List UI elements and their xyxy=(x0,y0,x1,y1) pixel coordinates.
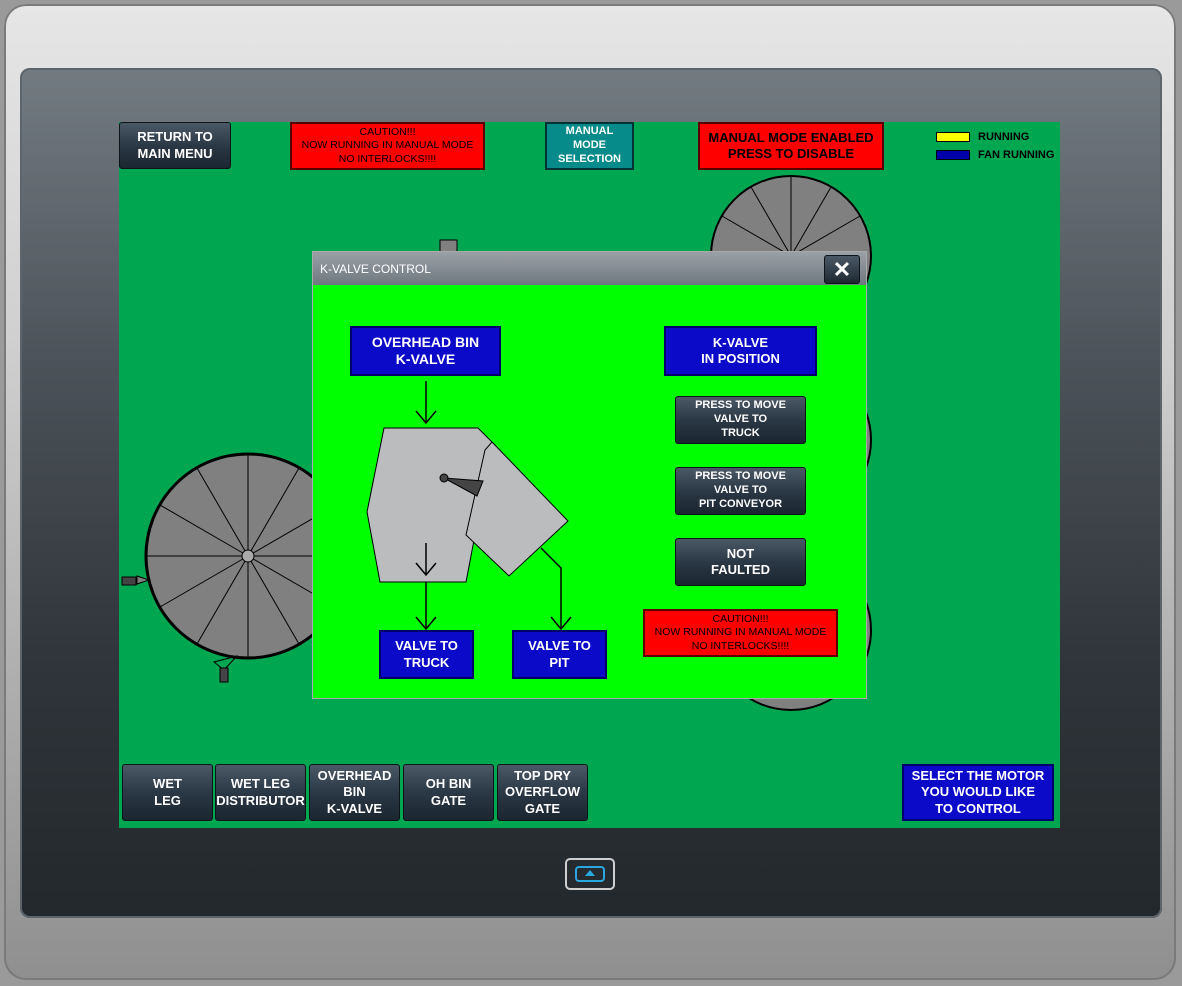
wet-leg-button[interactable]: WET LEG xyxy=(122,764,213,821)
valve-to-pit-indicator: VALVE TO PIT xyxy=(512,630,607,679)
fault-status: NOT FAULTED xyxy=(675,538,806,586)
oh-bin-gate-button[interactable]: OH BIN GATE xyxy=(403,764,494,821)
home-button[interactable] xyxy=(565,858,615,890)
pit-arrow xyxy=(540,547,562,629)
manual-mode-disable-button[interactable]: MANUAL MODE ENABLED PRESS TO DISABLE xyxy=(698,122,884,170)
legend-running: RUNNING xyxy=(936,131,1029,143)
valve-pivot xyxy=(439,473,449,483)
return-main-menu-button[interactable]: RETURN TO MAIN MENU xyxy=(119,122,231,169)
overhead-bin-k-valve-label: OVERHEAD BIN K-VALVE xyxy=(350,326,501,376)
move-valve-to-pit-conveyor-button[interactable]: PRESS TO MOVE VALVE TO PIT CONVEYOR xyxy=(675,467,806,515)
move-valve-to-truck-button[interactable]: PRESS TO MOVE VALVE TO TRUCK xyxy=(675,396,806,444)
valve-to-truck-indicator: VALVE TO TRUCK xyxy=(379,630,474,679)
overhead-bin-k-valve-button[interactable]: OVERHEAD BIN K-VALVE xyxy=(309,764,400,821)
manual-mode-selection-label: MANUAL MODE SELECTION xyxy=(545,122,634,170)
k-valve-dialog: K-VALVE CONTROL ✕ OVERHEAD BIN K-VALVE K… xyxy=(312,251,867,699)
running-swatch xyxy=(936,132,970,142)
wet-leg-distributor-button[interactable]: WET LEG DISTRIBUTOR xyxy=(215,764,306,821)
fan-running-swatch xyxy=(936,150,970,160)
k-valve-in-position-status: K-VALVE IN POSITION xyxy=(664,326,817,376)
dialog-titlebar: K-VALVE CONTROL ✕ xyxy=(313,252,866,285)
dialog-caution-banner: CAUTION!!! NOW RUNNING IN MANUAL MODE NO… xyxy=(643,609,838,657)
legend-running-label: RUNNING xyxy=(978,131,1030,143)
select-motor-prompt: SELECT THE MOTOR YOU WOULD LIKE TO CONTR… xyxy=(902,764,1054,821)
legend-fan-running-label: FAN RUNNING xyxy=(978,149,1055,161)
dialog-body: OVERHEAD BIN K-VALVE K-VALVE IN POSITION… xyxy=(313,285,866,698)
top-dry-overflow-gate-button[interactable]: TOP DRY OVERFLOW GATE xyxy=(497,764,588,821)
dialog-title: K-VALVE CONTROL xyxy=(320,261,431,276)
close-icon[interactable]: ✕ xyxy=(824,255,860,284)
legend-fan-running: FAN RUNNING xyxy=(936,149,1054,161)
eject-icon xyxy=(575,866,605,882)
caution-banner: CAUTION!!! NOW RUNNING IN MANUAL MODE NO… xyxy=(290,122,485,170)
